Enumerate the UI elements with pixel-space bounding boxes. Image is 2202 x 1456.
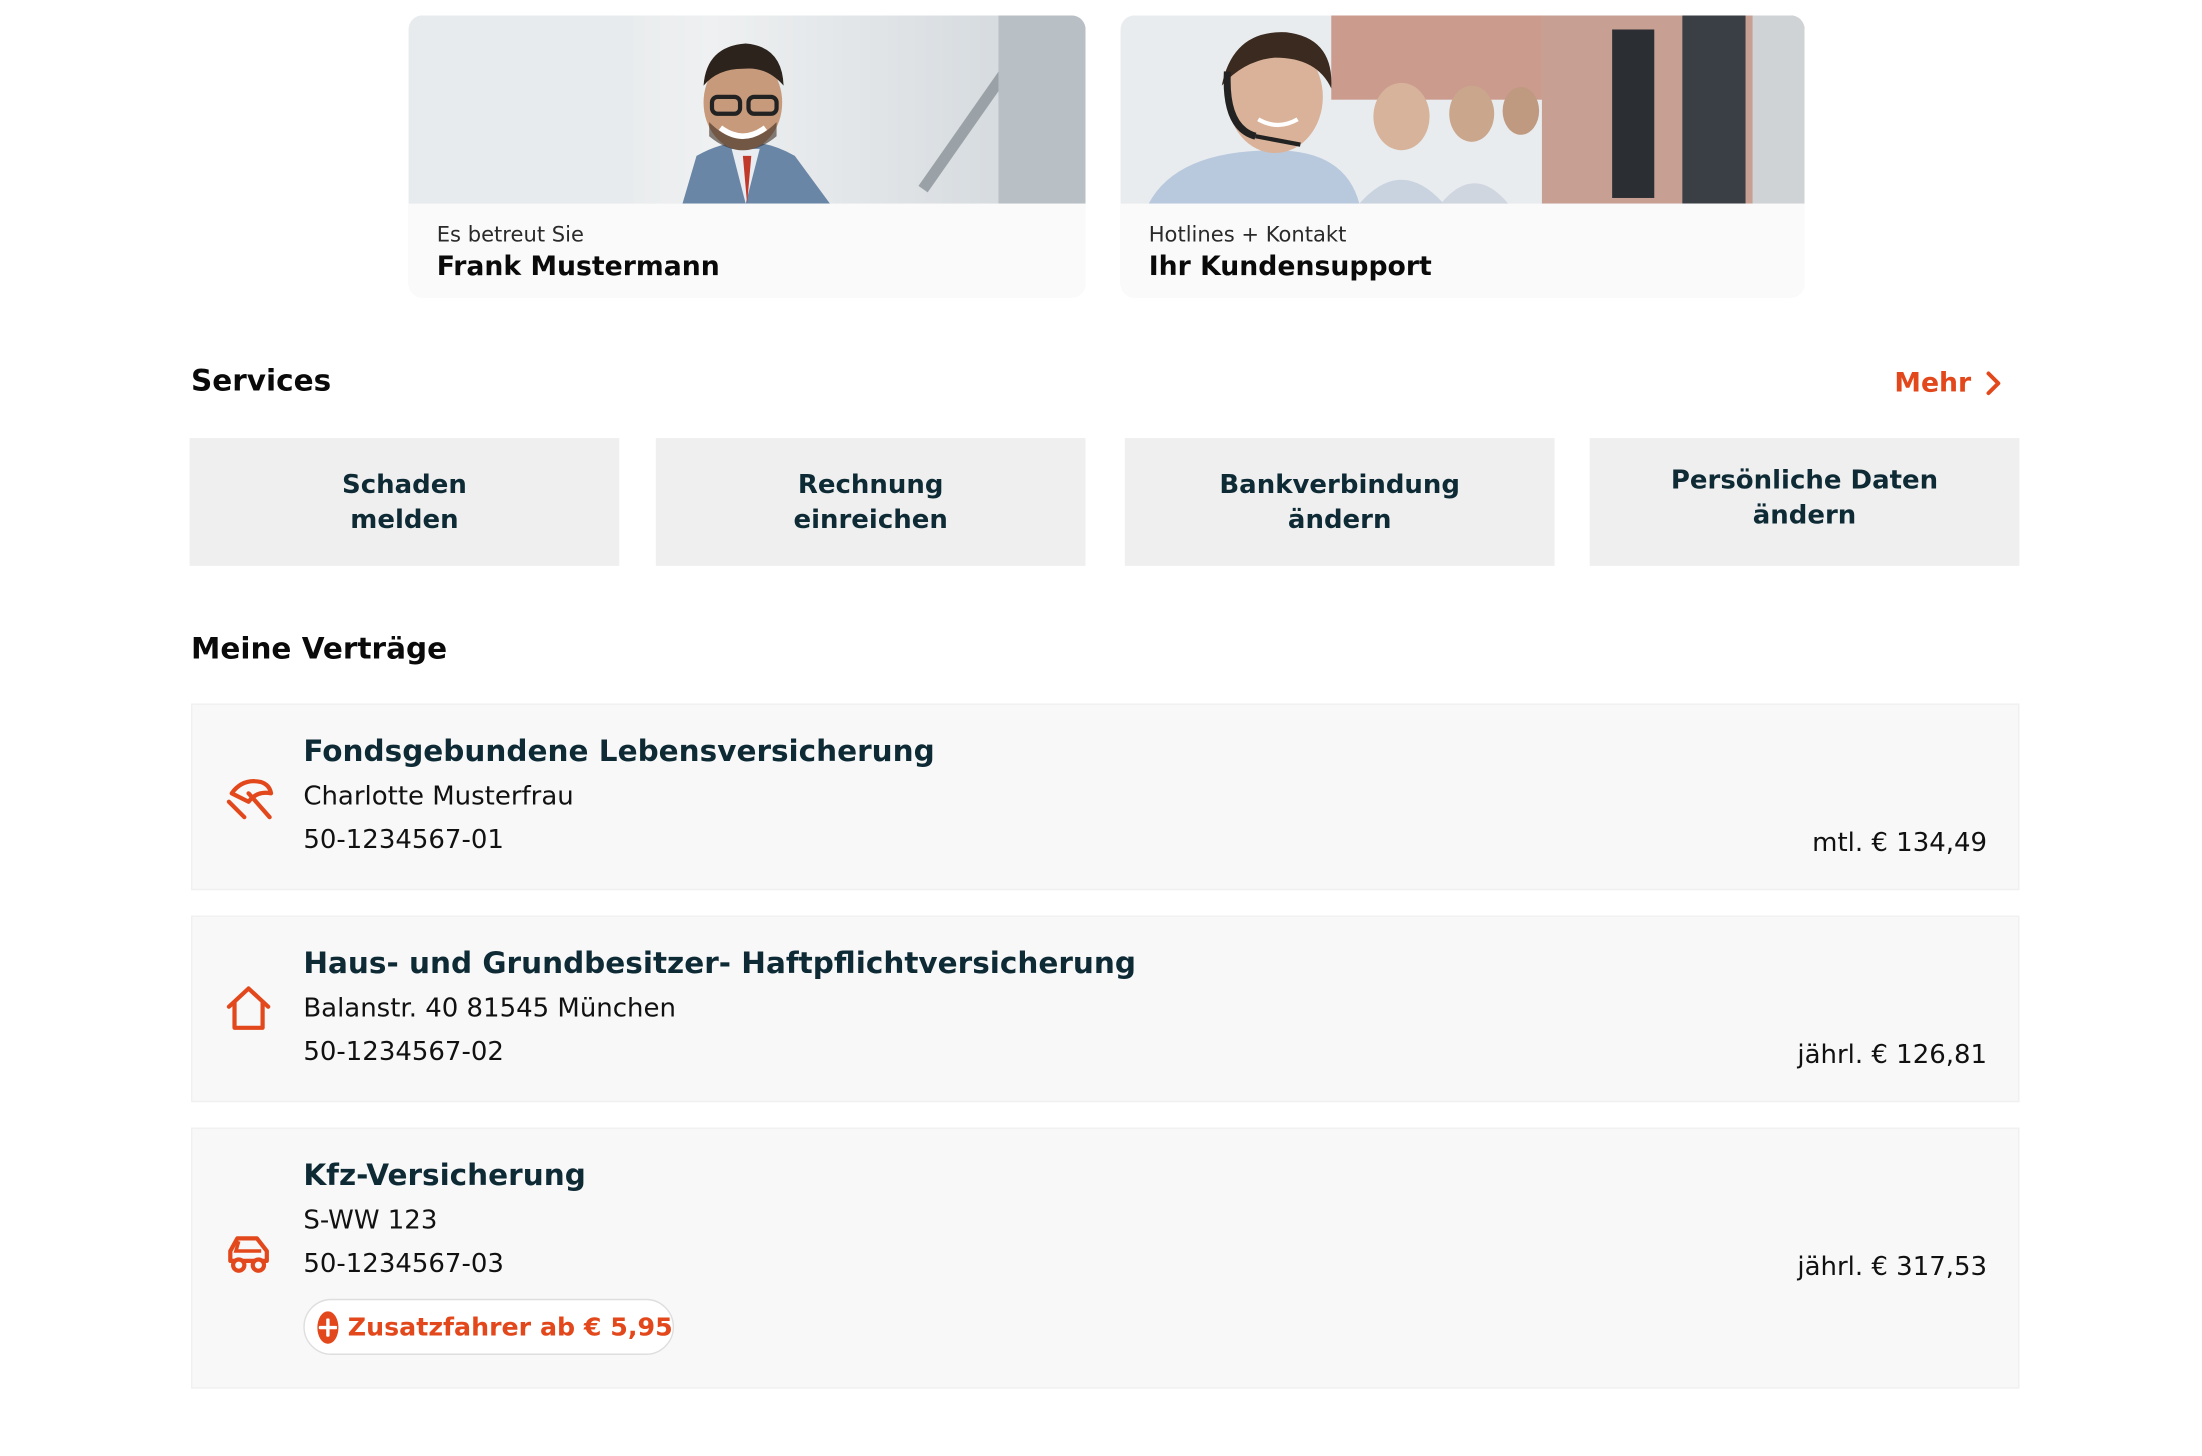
service-label: Bankverbindung ändern [1219,469,1461,535]
advisor-photo [408,15,1086,204]
contract-title: Fondsgebundene Lebensversicherung [303,734,935,769]
contract-card[interactable]: Kfz-Versicherung S-WW 123 50-1234567-03 … [190,1127,2020,1389]
services-more-link[interactable]: Mehr [1894,368,2002,399]
contract-address: Balanstr. 40 81545 München [303,994,676,1024]
service-submit-invoice-button[interactable]: Rechnung einreichen [655,438,1086,566]
support-photo [1120,15,1805,204]
contract-title: Kfz-Versicherung [303,1158,586,1193]
services-title: Services [190,363,332,398]
contract-plate: S-WW 123 [303,1206,438,1236]
advisor-kicker: Es betreut Sie [436,221,584,248]
house-icon [226,986,271,1030]
more-link-label: Mehr [1894,367,1972,399]
contracts-title: Meine Verträge [190,631,448,666]
contract-price: mtl. € 134,49 [1812,828,1988,858]
support-title: Ihr Kundensupport [1148,251,1432,283]
contract-holder: Charlotte Musterfrau [303,782,574,812]
add-driver-label: Zusatzfahrer ab € 5,95 [347,1312,673,1342]
contract-title: Haus- und Grundbesitzer- Haftpflichtvers… [303,946,1136,981]
umbrella-icon [226,779,274,820]
service-change-bank-button[interactable]: Bankverbindung ändern [1124,438,1555,566]
service-change-personal-data-button[interactable]: Persönliche Daten ändern [1589,438,2020,566]
contract-card[interactable]: Haus- und Grundbesitzer- Haftpflichtvers… [190,915,2020,1103]
service-label: Persönliche Daten ändern [1670,466,1939,531]
service-label: Rechnung einreichen [793,469,948,535]
contract-price: jährl. € 126,81 [1797,1040,1988,1070]
contract-number: 50-1234567-03 [303,1249,504,1280]
add-driver-button[interactable]: Zusatzfahrer ab € 5,95 [303,1298,675,1355]
support-caption: Hotlines + Kontakt Ihr Kundensupport [1120,203,1805,298]
support-kicker: Hotlines + Kontakt [1148,221,1347,248]
advisor-caption: Es betreut Sie Frank Mustermann [408,203,1086,298]
contract-number: 50-1234567-02 [303,1037,504,1068]
contract-number: 50-1234567-01 [303,825,504,856]
advisor-card[interactable]: Es betreut Sie Frank Mustermann [408,15,1086,298]
plus-circle-icon [317,1310,338,1344]
advisor-name: Frank Mustermann [436,251,720,283]
service-report-claim-button[interactable]: Schaden melden [189,438,620,566]
support-card[interactable]: Hotlines + Kontakt Ihr Kundensupport [1120,15,1805,298]
chevron-right-icon [1986,371,2000,396]
contract-price: jährl. € 317,53 [1797,1252,1988,1282]
contract-card[interactable]: Fondsgebundene Lebensversicherung Charlo… [190,703,2020,891]
car-icon [228,1236,269,1273]
service-label: Schaden melden [342,469,467,535]
